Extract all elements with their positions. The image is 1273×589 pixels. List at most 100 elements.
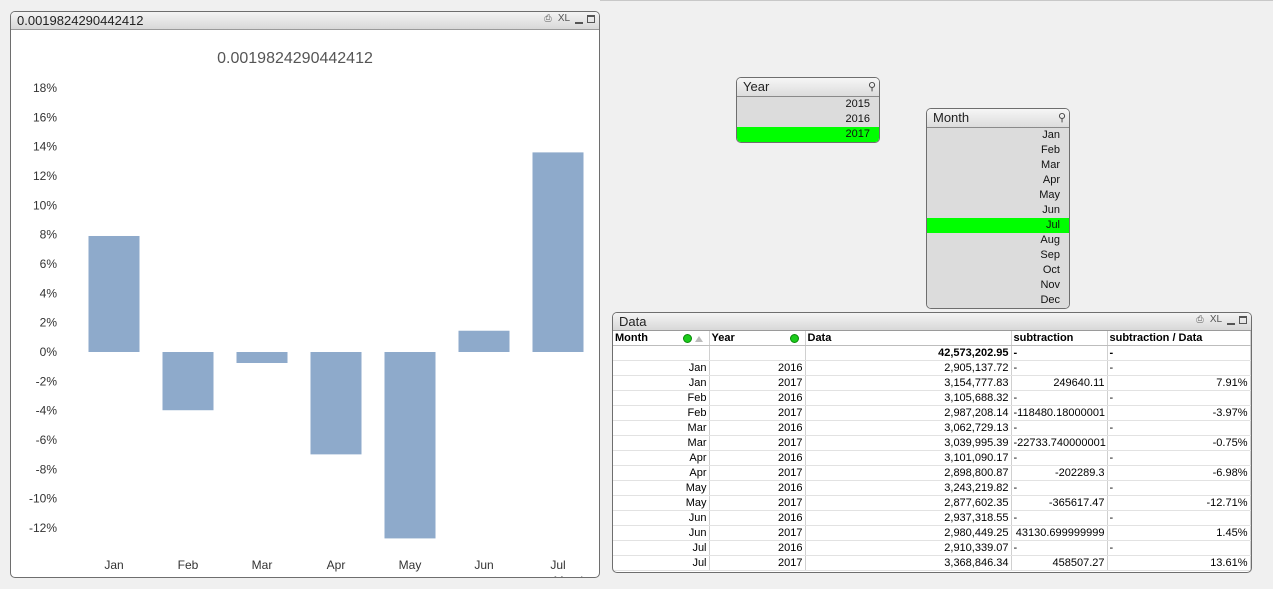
header-subtraction-label: subtraction bbox=[1013, 332, 1074, 344]
table-row[interactable]: May 2016 3,243,219.82- - bbox=[613, 480, 1251, 496]
table-cell: - bbox=[1107, 510, 1251, 526]
table-row[interactable]: Jan 2016 2,905,137.72- - bbox=[613, 360, 1251, 376]
table-row[interactable]: Jan 2017 3,154,777.83 249640.11 7.91% bbox=[613, 375, 1251, 391]
data-table-caption-bar[interactable]: Data ⎙ XL bbox=[613, 313, 1251, 331]
maximize-icon[interactable] bbox=[1239, 316, 1247, 324]
month-item-aug[interactable]: Aug bbox=[927, 233, 1069, 248]
y-tick-label: 8% bbox=[40, 228, 58, 242]
table-row[interactable]: Feb 2017 2,987,208.14 -118480.18000001 -3.97… bbox=[613, 405, 1251, 421]
table-row[interactable]: May 2017 2,877,602.35 -365617.47 -12.71% bbox=[613, 495, 1251, 511]
table-cell: 2,898,800.87 bbox=[805, 465, 1012, 481]
table-cell: 2,877,602.35 bbox=[805, 495, 1012, 511]
table-cell: May bbox=[613, 480, 710, 496]
table-row[interactable]: Feb 2016 3,105,688.32- - bbox=[613, 390, 1251, 406]
table-cell: 458507.27 bbox=[1011, 555, 1108, 571]
chart-caption-bar[interactable]: 0.0019824290442412 ⎙ XL bbox=[11, 12, 599, 30]
header-data[interactable]: Data bbox=[805, 331, 1012, 346]
table-row[interactable]: Apr 2017 2,898,800.87 -202289.3 -6.98% bbox=[613, 465, 1251, 481]
year-item-2015[interactable]: 2015 bbox=[737, 97, 879, 112]
xl-icon[interactable]: XL bbox=[1209, 314, 1223, 325]
header-year[interactable]: Year bbox=[709, 331, 806, 346]
table-cell: 43130.699999999 bbox=[1011, 525, 1108, 541]
month-listbox[interactable]: Month ⚲ Jan Feb Mar Apr May Jun Jul Aug Sep Oct No… bbox=[926, 108, 1070, 309]
month-item-jul[interactable]: Jul bbox=[927, 218, 1069, 233]
table-row[interactable]: Mar 2016 3,062,729.13- - bbox=[613, 420, 1251, 436]
x-tick-label: Mar bbox=[252, 558, 273, 572]
month-item-nov[interactable]: Nov bbox=[927, 278, 1069, 293]
table-cell: 2,987,208.14 bbox=[805, 405, 1012, 421]
header-ratio-label: subtraction / Data bbox=[1109, 332, 1203, 344]
month-item-dec[interactable]: Dec bbox=[927, 293, 1069, 308]
minimize-icon[interactable] bbox=[575, 21, 583, 24]
month-item-sep[interactable]: Sep bbox=[927, 248, 1069, 263]
y-tick-label: 6% bbox=[40, 257, 58, 271]
table-cell: 2017 bbox=[709, 495, 806, 511]
table-row[interactable]: Jul 2016 2,910,339.07- - bbox=[613, 540, 1251, 556]
table-cell: Feb bbox=[613, 390, 710, 406]
month-item-apr[interactable]: Apr bbox=[927, 173, 1069, 188]
table-cell: - bbox=[1011, 390, 1108, 406]
y-tick-label: 14% bbox=[33, 140, 57, 154]
bar-jan bbox=[88, 235, 140, 352]
y-tick-label: 4% bbox=[40, 286, 58, 300]
month-listbox-caption[interactable]: Month ⚲ bbox=[927, 109, 1069, 128]
table-cell: Feb bbox=[613, 405, 710, 421]
table-cell: - bbox=[1107, 450, 1251, 466]
table-cell: Jul bbox=[613, 540, 710, 556]
data-table: Month Year Data subtraction subtraction … bbox=[613, 331, 1251, 571]
table-cell: - bbox=[1011, 450, 1108, 466]
year-listbox-title: Year bbox=[743, 79, 770, 94]
x-tick-label: May bbox=[399, 558, 422, 572]
table-cell: 2,980,449.25 bbox=[805, 525, 1012, 541]
table-cell: 3,154,777.83 bbox=[805, 375, 1012, 391]
month-item-jan[interactable]: Jan bbox=[927, 128, 1069, 143]
search-icon[interactable]: ⚲ bbox=[1058, 111, 1066, 124]
month-item-jun[interactable]: Jun bbox=[927, 203, 1069, 218]
chart-title: 0.0019824290442412 bbox=[217, 50, 373, 67]
total-cell bbox=[613, 345, 710, 361]
y-tick-label: 10% bbox=[33, 198, 57, 212]
year-listbox-caption[interactable]: Year ⚲ bbox=[737, 78, 879, 97]
table-cell: - bbox=[1107, 360, 1251, 376]
table-cell: Jun bbox=[613, 510, 710, 526]
month-item-oct[interactable]: Oct bbox=[927, 263, 1069, 278]
xl-icon[interactable]: XL bbox=[557, 13, 571, 24]
y-tick-label: -4% bbox=[36, 404, 58, 418]
total-cell: 42,573,202.95 bbox=[805, 345, 1012, 361]
header-subtraction[interactable]: subtraction bbox=[1011, 331, 1108, 346]
month-item-feb[interactable]: Feb bbox=[927, 143, 1069, 158]
total-cell: - bbox=[1107, 345, 1251, 361]
chart-window[interactable]: 0.0019824290442412 ⎙ XL 0.00198242904424… bbox=[10, 11, 600, 578]
print-icon[interactable]: ⎙ bbox=[543, 13, 553, 24]
table-row[interactable]: Jun 2016 2,937,318.55- - bbox=[613, 510, 1251, 526]
maximize-icon[interactable] bbox=[587, 15, 595, 23]
data-table-window[interactable]: Data ⎙ XL Month Year Data subtraction su… bbox=[612, 312, 1252, 573]
year-item-2016[interactable]: 2016 bbox=[737, 112, 879, 127]
table-row[interactable]: Mar 2017 3,039,995.39 -22733.740000001 -0.75… bbox=[613, 435, 1251, 451]
minimize-icon[interactable] bbox=[1227, 322, 1235, 325]
x-tick-label: Jul bbox=[550, 558, 565, 572]
table-row[interactable]: Jun 2017 2,980,449.25 43130.699999999 1.45% bbox=[613, 525, 1251, 541]
table-row[interactable]: Jul 2017 3,368,846.34 458507.27 13.61% bbox=[613, 555, 1251, 571]
print-icon[interactable]: ⎙ bbox=[1195, 314, 1205, 325]
table-cell: Mar bbox=[613, 435, 710, 451]
table-cell: 2,905,137.72 bbox=[805, 360, 1012, 376]
search-icon[interactable]: ⚲ bbox=[868, 80, 876, 93]
header-ratio[interactable]: subtraction / Data bbox=[1107, 331, 1251, 346]
y-tick-label: -10% bbox=[29, 492, 57, 506]
table-cell: - bbox=[1011, 360, 1108, 376]
month-item-may[interactable]: May bbox=[927, 188, 1069, 203]
table-row[interactable]: Apr 2016 3,101,090.17- - bbox=[613, 450, 1251, 466]
year-listbox[interactable]: Year ⚲ 2015 2016 2017 bbox=[736, 77, 880, 143]
x-tick-label: Jun bbox=[474, 558, 493, 572]
month-item-mar[interactable]: Mar bbox=[927, 158, 1069, 173]
selection-indicator-icon bbox=[789, 334, 799, 343]
header-month[interactable]: Month bbox=[613, 331, 710, 346]
top-divider bbox=[600, 0, 1273, 1]
table-cell: -6.98% bbox=[1107, 465, 1251, 481]
table-cell: - bbox=[1107, 390, 1251, 406]
table-cell: 2016 bbox=[709, 360, 806, 376]
y-tick-label: 16% bbox=[33, 110, 57, 124]
year-item-2017[interactable]: 2017 bbox=[737, 127, 879, 142]
table-cell: 1.45% bbox=[1107, 525, 1251, 541]
